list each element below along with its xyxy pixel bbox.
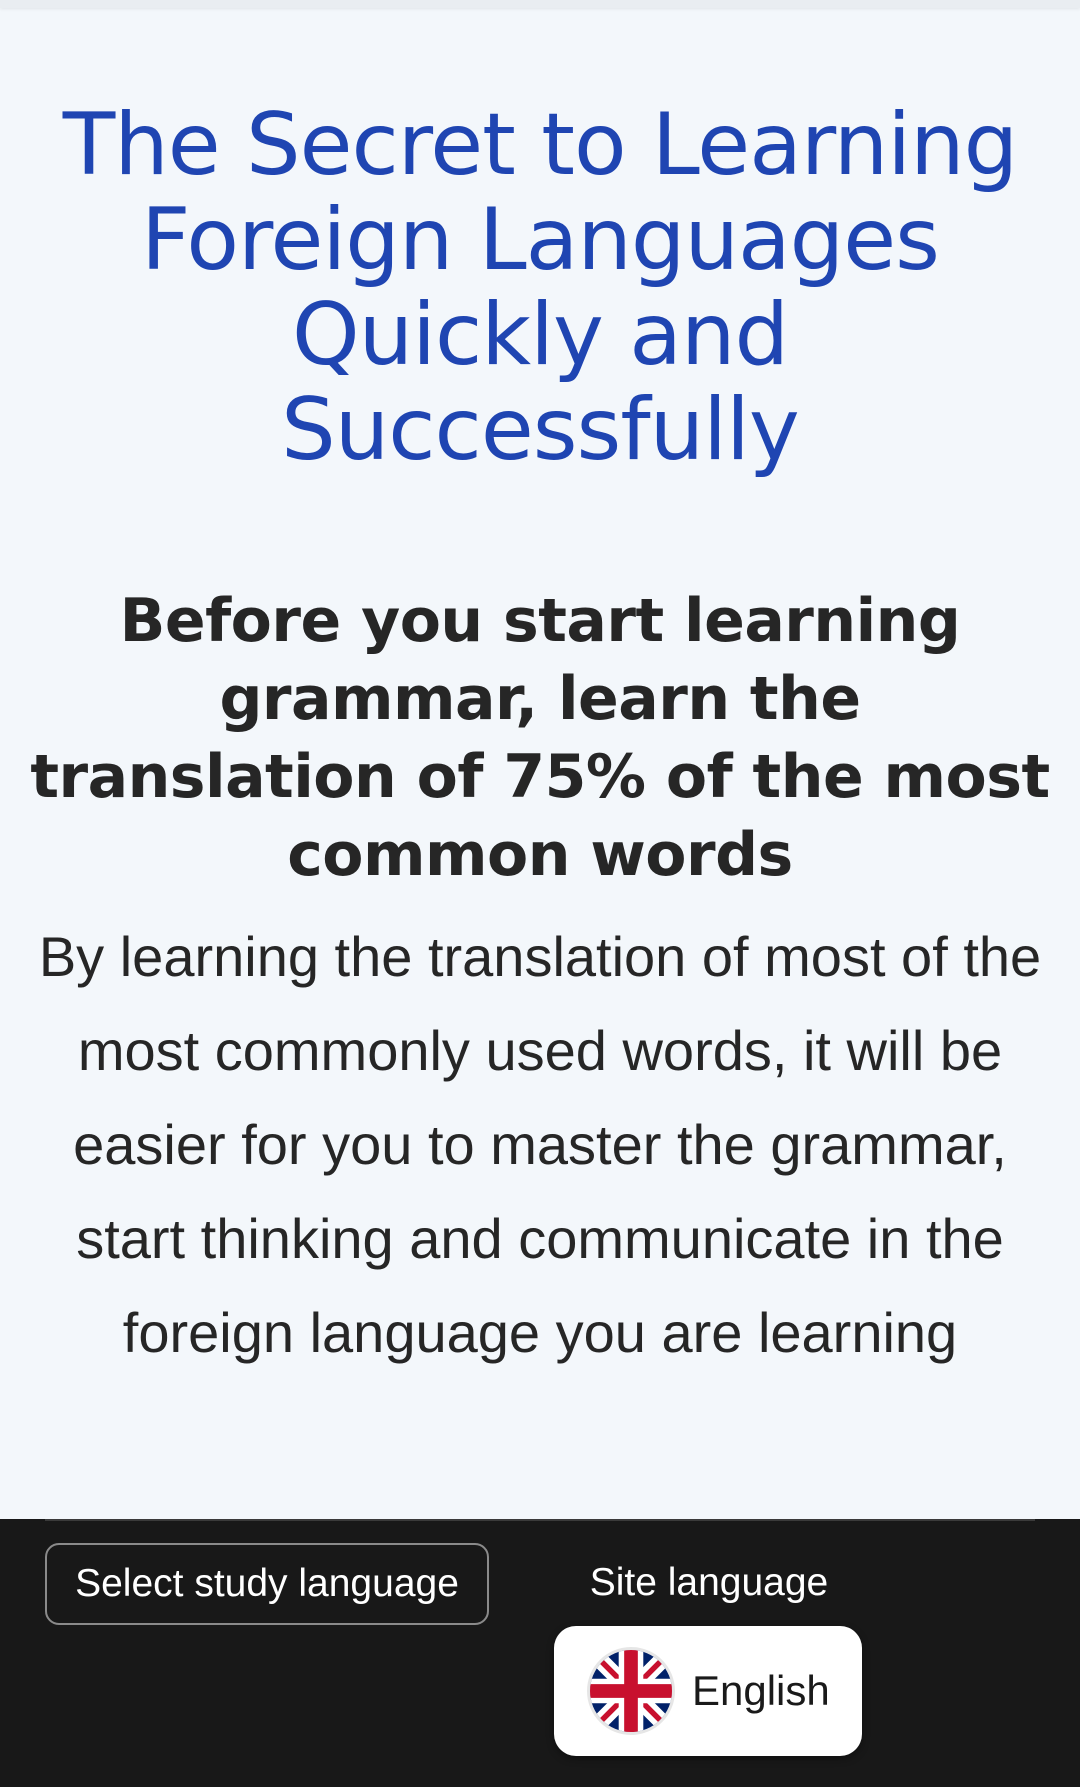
footer: Select study language Site language Engl… [0, 1519, 1080, 1787]
select-study-language-button[interactable]: Select study language [45, 1543, 489, 1625]
page-title: The Secret to Learning Foreign Languages… [62, 95, 1019, 480]
site-language-name: English [692, 1667, 830, 1714]
footer-divider [45, 1519, 1035, 1521]
intro-paragraph: By learning the translation of most of t… [38, 925, 1042, 1364]
site-language-selector[interactable]: English [554, 1626, 862, 1756]
page-subtitle: Before you start learning grammar, learn… [30, 586, 1050, 890]
site-language-label: Site language [589, 1561, 829, 1604]
uk-flag-icon [590, 1650, 672, 1732]
hero-section: The Secret to Learning Foreign Languages… [0, 0, 1080, 1519]
